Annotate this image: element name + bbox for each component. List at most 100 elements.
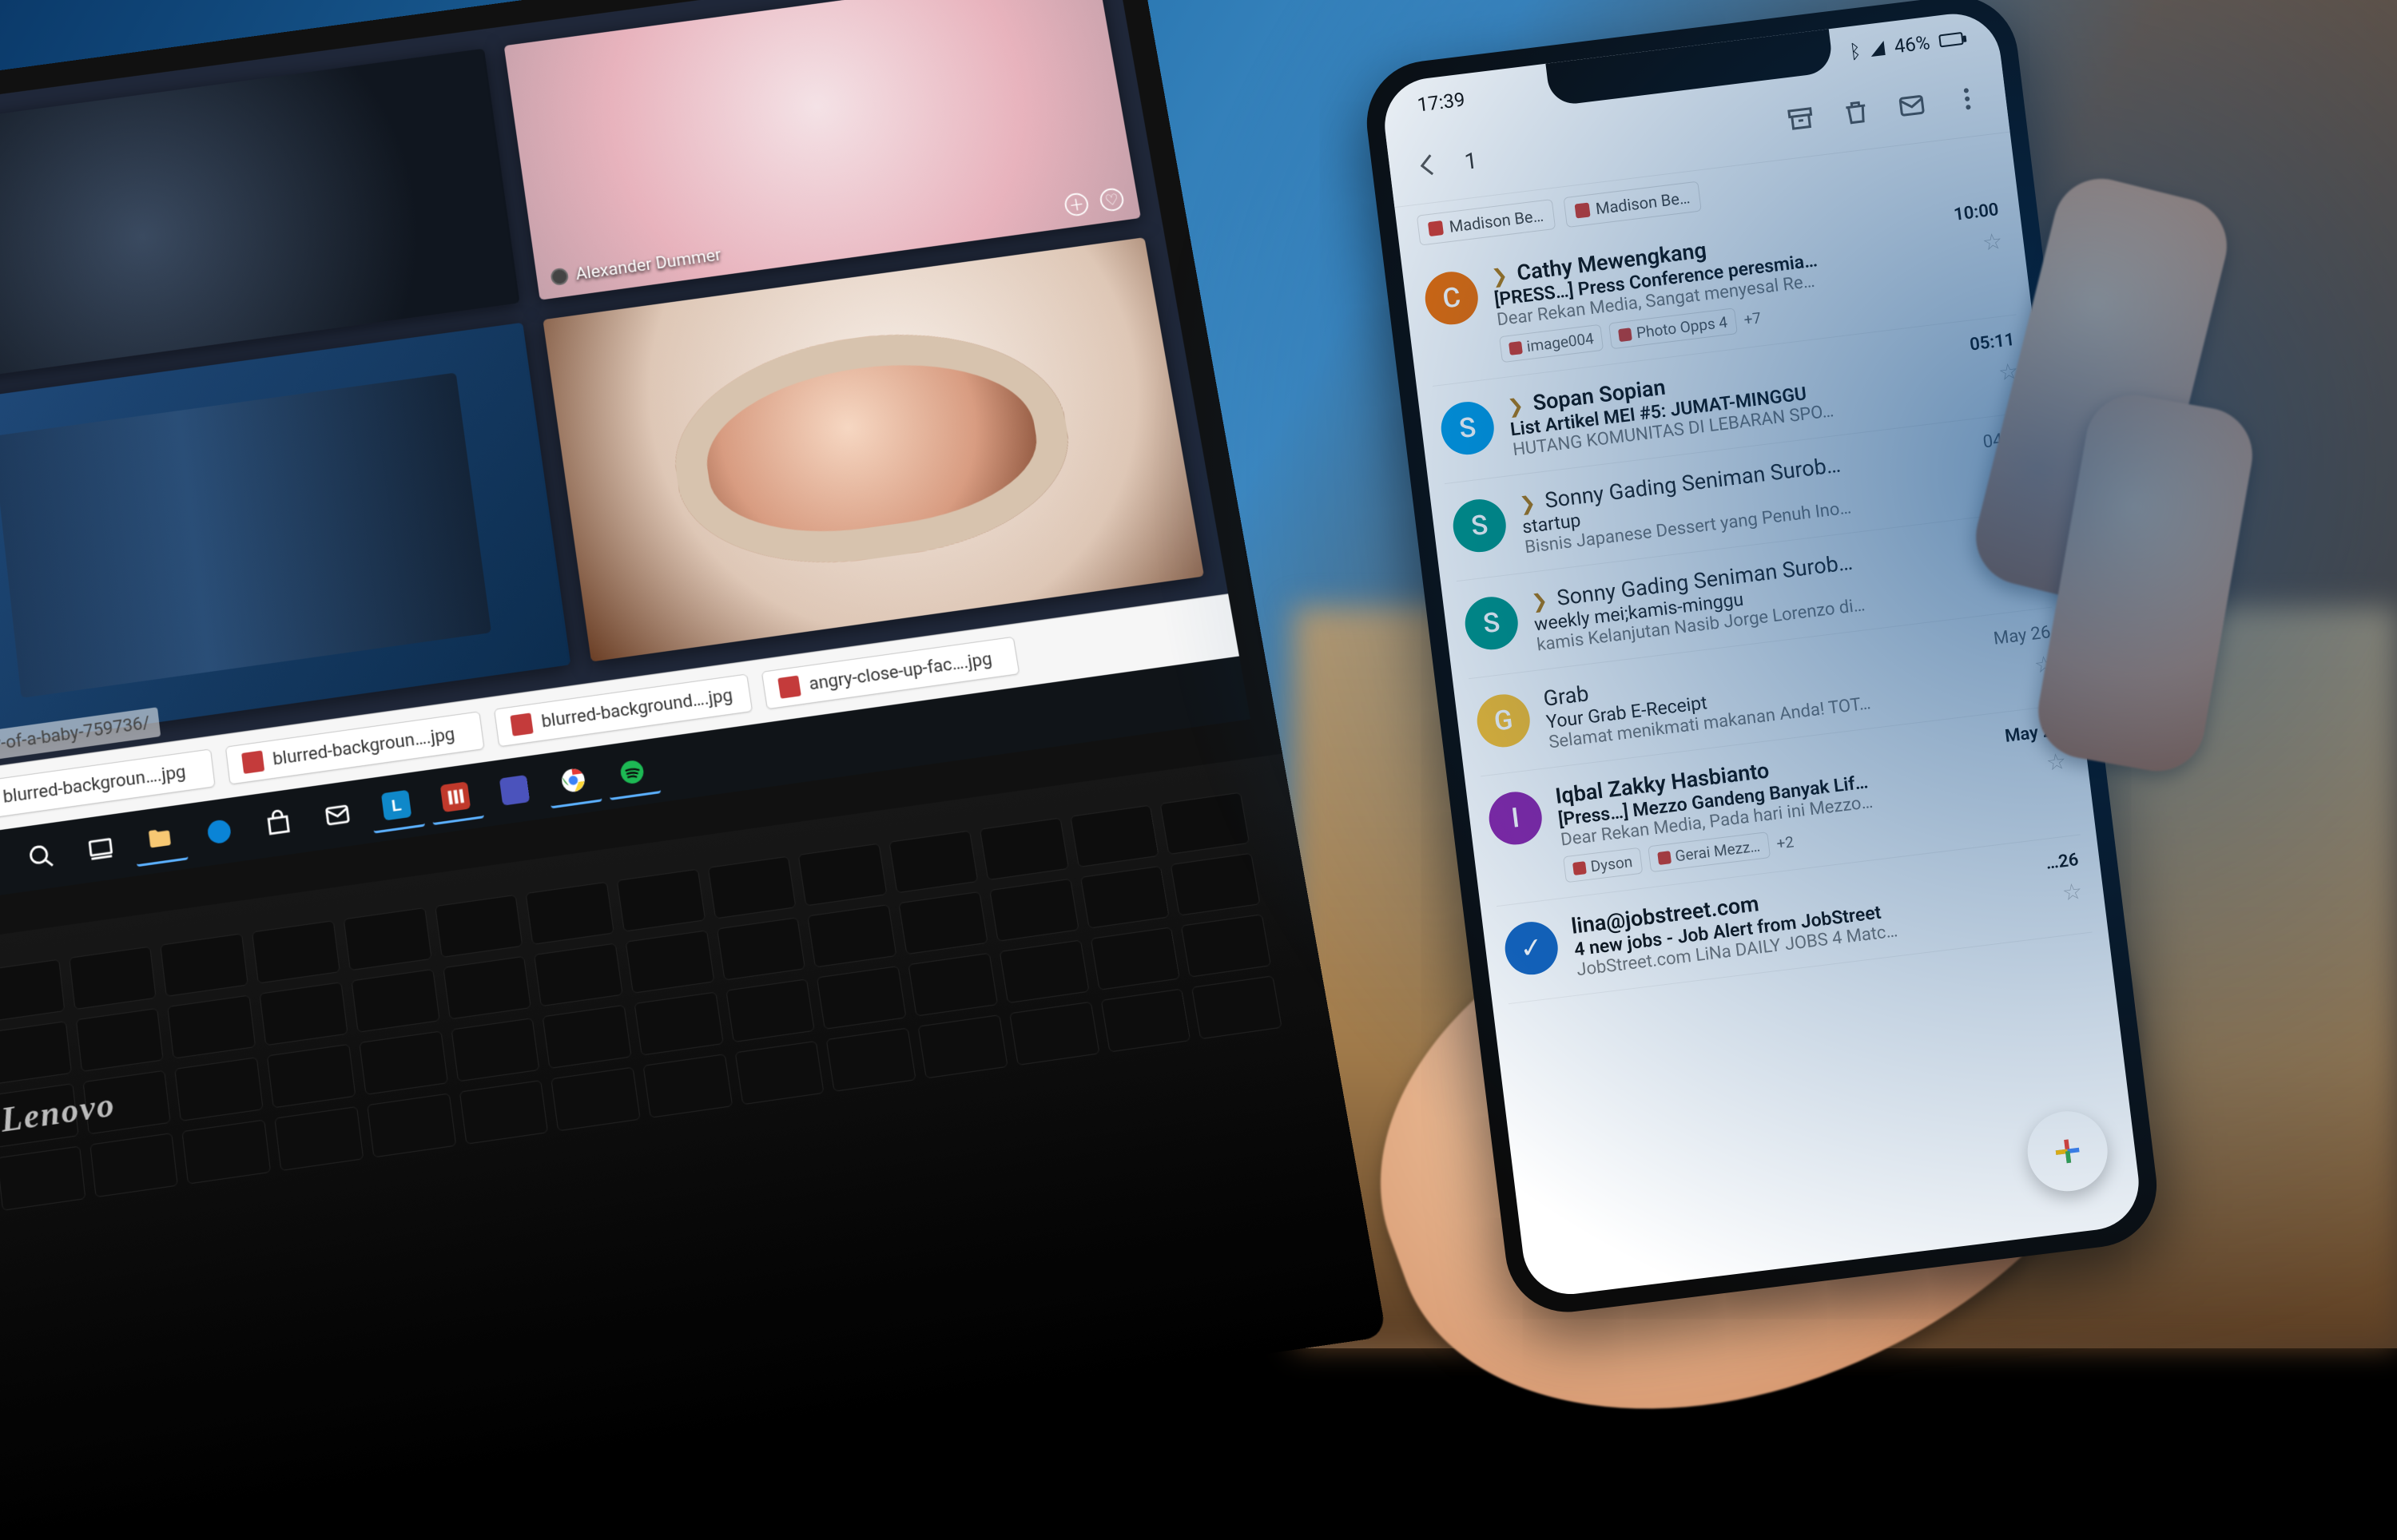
attachment-chip[interactable]: Gerai Mezz… [1648,832,1771,872]
email-sender: Cathy Mewengkang [1516,237,1708,286]
email-list[interactable]: C❯Cathy Mewengkang[PRESS…] Press Confere… [1401,183,2144,1300]
app-l-button[interactable]: L [368,780,425,833]
bluetooth-icon: ᛒ [1848,40,1862,64]
attachment-chip[interactable]: Madison Be… [1417,199,1556,246]
compose-fab[interactable] [2023,1107,2112,1196]
heart-icon[interactable]: ♡ [1099,187,1126,212]
gallery-thumb[interactable] [0,49,520,386]
sender-avatar[interactable]: G [1474,692,1533,751]
edge-button[interactable] [191,804,248,858]
spotify-button[interactable] [603,747,661,800]
download-chip[interactable]: angry-close-up-fac….jpg [761,637,1020,710]
attachment-more: +2 [1775,832,1795,852]
star-icon[interactable]: ☆ [2045,748,2068,776]
battery-percent: 46% [1893,31,1931,58]
download-shelf: blurred-backgroun….jpg blurred-backgroun… [0,593,1239,838]
email-subject: startup [1521,454,2033,538]
sender-avatar[interactable]: C [1422,269,1481,328]
download-chip[interactable]: blurred-background….jpg [494,674,753,748]
browser-window[interactable]: Alexander Dummer ＋ ♡ …phy-of-a-baby-7597… [0,0,1250,903]
email-preview: Bisnis Japanese Dessert yang Penuh Ino… [1524,475,2035,558]
hand-palm [1310,751,2221,1499]
explorer-button[interactable] [132,813,189,867]
pdf-icon [1574,203,1590,219]
email-time: 05:11 [1969,330,2016,355]
email-sender: Grab [1542,681,1590,712]
email-row[interactable]: S ❯ Sonny Gading Seniman Surob…startupBisn… [1445,412,2041,581]
email-attachments: DysonGerai Mezz…+2 [1563,794,2075,883]
star-icon[interactable]: ☆ [2033,650,2056,679]
phone-body: 17:39 ᛒ 46% 1 [1360,0,2164,1319]
email-sender: Sonny Gading Seniman Surob… [1556,550,1854,611]
star-icon[interactable]: ☆ [2021,553,2044,581]
file-icon [510,712,533,736]
teams-button[interactable] [486,764,543,817]
attachment-more: +7 [1743,308,1762,328]
chrome-button[interactable] [545,755,602,808]
email-row[interactable]: ✓lina@jobstreet.com4 new jobs - Job Aler… [1497,835,2093,1004]
email-time: 04:18 [1982,427,2027,452]
desk-surface [1294,607,2397,1348]
delete-icon[interactable] [1840,96,1873,131]
task-view-button[interactable] [73,821,129,875]
back-icon[interactable] [1412,149,1445,184]
battery-icon [1938,32,1964,48]
email-subject: [Press…] Mezzo Gandeng Banyak Lif… [1557,747,2069,831]
star-icon[interactable]: ☆ [1997,358,2020,387]
star-icon[interactable]: ☆ [1981,228,2004,256]
gmail-top-bar: 1 [1385,59,2009,208]
email-sender: Iqbal Zakky Hasbianto [1554,757,1771,809]
sender-avatar[interactable]: S [1450,496,1509,555]
attachment-chip[interactable]: Madison Be… [1563,181,1702,228]
image-gallery: Alexander Dummer ＋ ♡ [0,0,1228,774]
hand-finger [1966,169,2236,614]
more-icon[interactable] [1951,82,1984,117]
gallery-thumb[interactable] [543,237,1204,661]
email-row[interactable]: S❯Sopan SopianList Artikel MEI #5: JUMAT… [1433,315,2029,484]
app-red-button[interactable] [427,772,484,825]
important-icon: ❯ [1490,264,1509,288]
pdf-icon [1572,861,1587,875]
file-icon [241,751,264,774]
url-fragment: …phy-of-a-baby-759736/ [0,707,161,765]
add-icon[interactable]: ＋ [1063,192,1090,217]
email-sender: Sonny Gading Seniman Surob… [1544,452,1842,514]
chip-label: Madison Be… [1448,206,1544,236]
email-attachments: image004Photo Opps 4 +7 [1499,274,2011,363]
laptop-keyboard [0,753,1387,1540]
gallery-thumb[interactable]: Alexander Dummer ＋ ♡ [504,0,1141,300]
sender-avatar[interactable]: I [1486,789,1545,848]
download-chip[interactable]: blurred-backgroun….jpg [0,748,216,823]
gallery-thumb[interactable] [0,322,570,751]
svg-text:L: L [391,796,403,816]
email-preview: JobStreet.com LiNa DAILY JOBS 4 Matc… [1576,898,2087,980]
archive-icon[interactable] [1785,103,1818,138]
email-row[interactable]: IIqbal Zakky Hasbianto[Press…] Mezzo Gan… [1481,705,2081,907]
sender-avatar[interactable]: ✓ [1502,919,1561,978]
email-preview: kamis Kelanjutan Nasib Jorge Lorenzo di… [1536,573,2047,655]
download-filename: blurred-backgroun….jpg [272,724,456,770]
star-icon[interactable]: ☆ [2061,878,2084,907]
mail-icon[interactable] [1896,89,1929,125]
star-icon[interactable]: ☆ [2009,455,2032,484]
photo-credit: Alexander Dummer [550,245,722,288]
laptop-screen: Alexander Dummer ＋ ♡ …phy-of-a-baby-7597… [0,0,1282,945]
search-button[interactable] [13,830,70,883]
email-subject: List Artikel MEI #5: JUMAT-MINGGU [1509,356,2021,440]
attachment-chip[interactable]: Photo Opps 4 [1608,308,1737,349]
download-filename: blurred-backgroun….jpg [2,762,187,808]
store-button[interactable] [250,796,307,850]
email-row[interactable]: S❯Sonny Gading Seniman Surob…weekly mei;… [1457,510,2053,679]
important-icon: ❯ [1518,492,1536,516]
email-row[interactable]: C❯Cathy Mewengkang[PRESS…] Press Confere… [1417,185,2017,387]
chip-label: Madison Be… [1595,188,1691,218]
start-button[interactable] [0,838,10,891]
attachment-chip[interactable]: image004 [1499,324,1604,363]
sender-avatar[interactable]: S [1438,399,1497,458]
attachment-chip[interactable]: Dyson [1563,847,1643,883]
plant [1974,337,2181,577]
email-row[interactable]: GGrabYour Grab E-ReceiptSelamat menikmat… [1469,608,2065,777]
download-chip[interactable]: blurred-backgroun….jpg [225,711,485,784]
sender-avatar[interactable]: S [1462,593,1521,653]
mail-button[interactable] [309,788,366,842]
